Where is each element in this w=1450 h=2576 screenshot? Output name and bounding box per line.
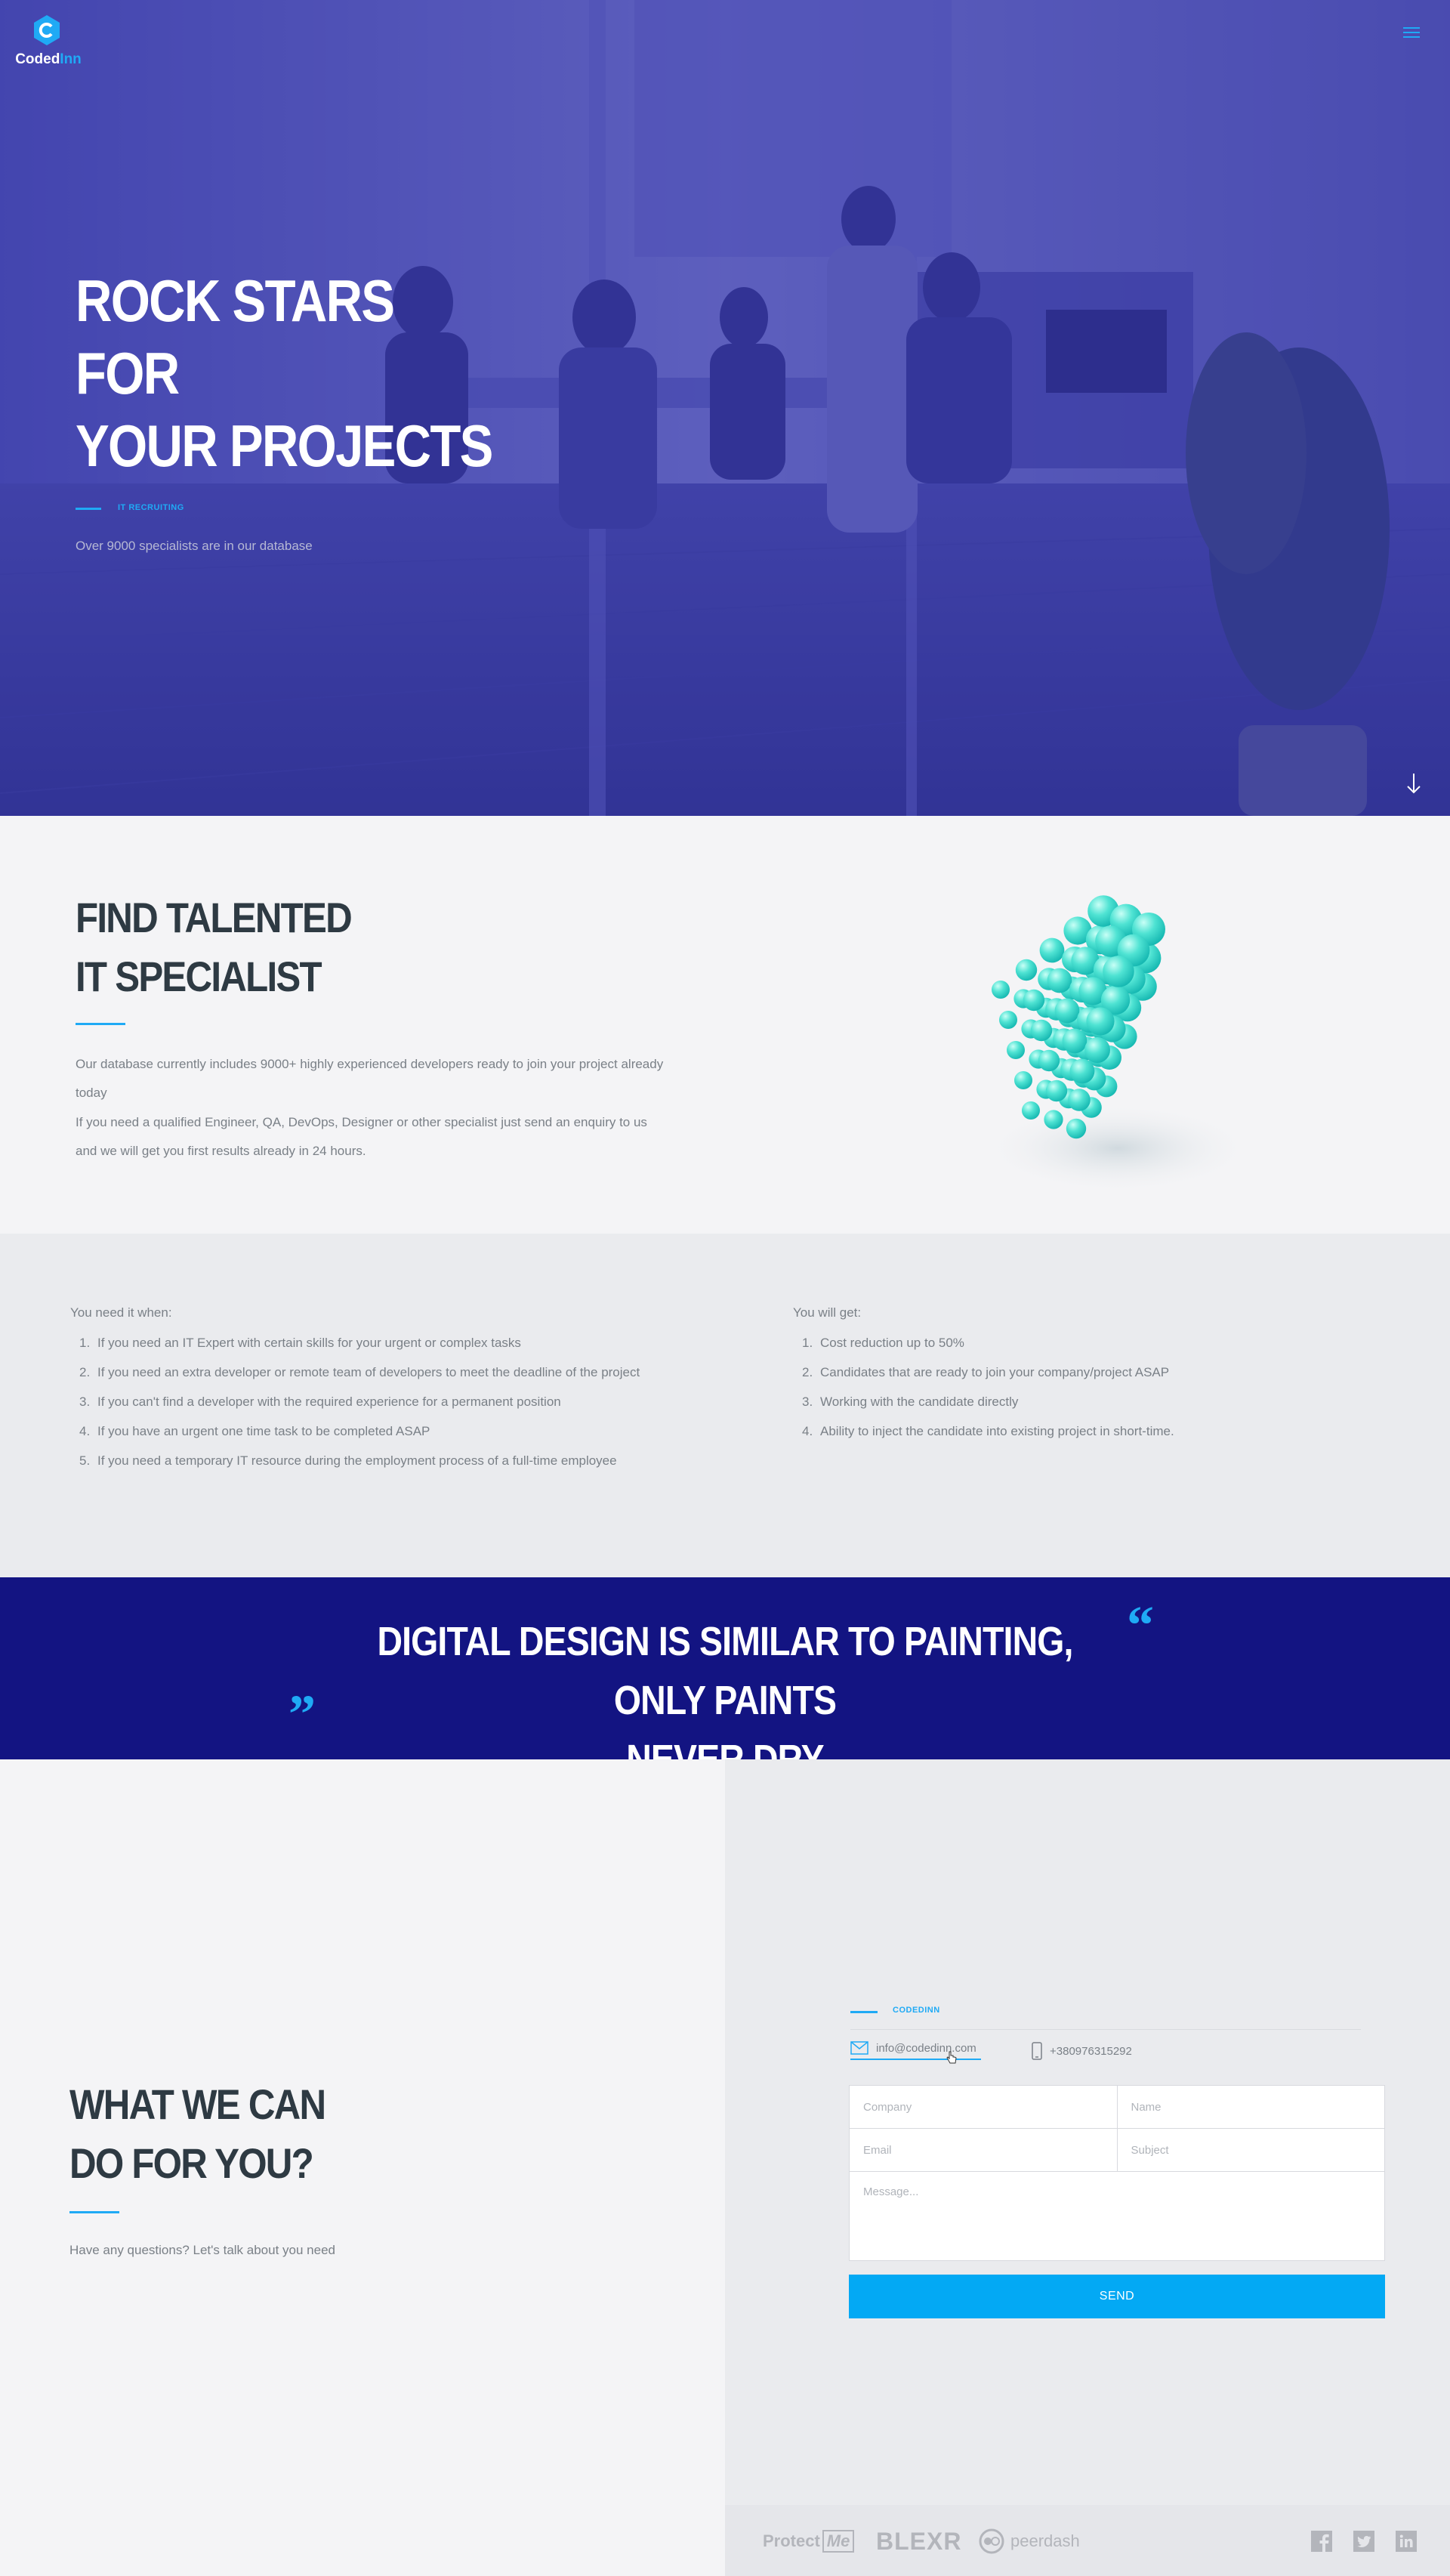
hero-accent-rule (76, 508, 101, 510)
partner-name: peerdash (1010, 2531, 1080, 2550)
needs-section: You need it when: 1. If you need an IT Ex… (0, 1234, 1450, 1577)
contact-intro-panel: WHAT WE CAN DO FOR YOU? Have any questio… (0, 1759, 725, 2576)
hero-section: CodedInn ROCK STARS FOR YOUR PROJECTS IT… (0, 0, 1450, 816)
brand-logo[interactable]: CodedInn (14, 14, 83, 67)
hamburger-menu-icon[interactable] (1403, 27, 1420, 39)
sphere-shape (1103, 956, 1134, 987)
facebook-icon[interactable] (1311, 2531, 1332, 2552)
name-field[interactable] (1116, 2086, 1384, 2128)
sphere-shape (1007, 1041, 1025, 1059)
sphere-shape (1086, 1007, 1115, 1036)
list-item: 5. If you need a temporary IT resource du… (79, 1453, 617, 1468)
list-item: 1. Cost reduction up to 50% (802, 1336, 964, 1350)
list-item: 4. Ability to inject the candidate into e… (802, 1424, 1174, 1438)
list-item: 2. Candidates that are ready to join your… (802, 1365, 1170, 1379)
contact-title: WHAT WE CAN DO FOR YOU? (69, 2080, 326, 2187)
form-row (850, 2129, 1384, 2172)
envelope-icon (850, 2041, 868, 2055)
peerdash-logo-icon (979, 2528, 1004, 2554)
quote-banner: DIGITAL DESIGN IS SIMILAR TO PAINTING, O… (0, 1577, 1450, 1782)
sphere-shape (1039, 937, 1065, 963)
sphere-shape (1022, 1101, 1040, 1120)
email-link[interactable]: info@codedinn.com (850, 2037, 981, 2060)
divider (850, 2029, 1361, 2030)
arrow-down-icon[interactable] (1405, 772, 1423, 795)
sphere-cube-illustration (982, 895, 1254, 1194)
benefits-list-column: You will get: 1. Cost reduction up to 50%… (793, 1305, 1382, 1446)
sphere-shape (1014, 1071, 1032, 1089)
brand-name: CodedInn (15, 51, 82, 67)
benefits-heading: You will get: (793, 1305, 862, 1320)
form-row (850, 2086, 1384, 2129)
partner-logo-protectme[interactable]: Protect Me (763, 2526, 855, 2556)
list-item: 3. Working with the candidate directly (802, 1395, 1019, 1409)
sphere-shape (1030, 1019, 1053, 1042)
partner-footer: Protect Me BLEXR peerdash (725, 2505, 1450, 2576)
hero-title: ROCK STARS FOR YOUR PROJECTS (76, 267, 493, 479)
contact-subtitle: Have any questions? Let's talk about you… (69, 2243, 335, 2257)
sphere-shape (1084, 1037, 1110, 1063)
phone-icon (1032, 2042, 1042, 2060)
hero-subtitle: Over 9000 specialists are in our databas… (76, 539, 313, 553)
phone-text: +380976315292 (1050, 2044, 1132, 2058)
talent-paragraph-2: If you need a qualified Engineer, QA, De… (76, 1115, 647, 1158)
send-button[interactable]: SEND (849, 2275, 1385, 2318)
talent-accent-rule (76, 1023, 125, 1025)
contact-form-panel: CODEDINN info@codedinn.com +380976315292… (725, 1759, 1450, 2576)
partner-logo-blexr[interactable]: BLEXR (876, 2526, 961, 2556)
email-text: info@codedinn.com (876, 2041, 976, 2055)
company-field[interactable] (850, 2086, 1117, 2128)
sphere-shape (1054, 998, 1080, 1024)
hero-tag: IT RECRUITING (118, 503, 184, 512)
quote-close-icon: ” (288, 1684, 316, 1744)
twitter-icon[interactable] (1353, 2531, 1374, 2552)
needs-heading: You need it when: (70, 1305, 172, 1320)
contact-accent-rule (69, 2211, 119, 2213)
needs-list-column: You need it when: 1. If you need an IT Ex… (70, 1305, 659, 1475)
sphere-shape (1015, 959, 1038, 981)
linkedin-icon[interactable] (1396, 2531, 1417, 2552)
sphere-shape (1044, 1110, 1063, 1129)
partner-name: Me (822, 2530, 855, 2553)
phone-link[interactable]: +380976315292 (1032, 2040, 1132, 2062)
sphere-shape (1062, 1028, 1088, 1054)
sphere-shape (1047, 968, 1072, 993)
talent-title: FIND TALENTED IT SPECIALIST (76, 894, 353, 1000)
sphere-shape (1068, 1089, 1091, 1111)
sphere-shape (992, 981, 1010, 999)
sphere-shape (1045, 1080, 1068, 1102)
contact-tag: CODEDINN (893, 2006, 940, 2015)
email-field[interactable] (850, 2129, 1117, 2171)
talent-section: FIND TALENTED IT SPECIALIST Our database… (0, 816, 1450, 1234)
message-field[interactable] (850, 2172, 1384, 2260)
list-item: 2. If you need an extra developer or remo… (79, 1365, 640, 1379)
contact-form (849, 2085, 1385, 2261)
partner-logo-peerdash[interactable]: peerdash (979, 2526, 1080, 2556)
subject-field[interactable] (1116, 2129, 1384, 2171)
sphere-shape (999, 1011, 1017, 1029)
partner-name: Protect (763, 2531, 820, 2550)
talent-paragraph-1: Our database currently includes 9000+ hi… (76, 1057, 664, 1100)
benefits-list: 1. Cost reduction up to 50% 2. Candidates … (793, 1328, 1382, 1446)
hexagon-logo-icon (34, 15, 60, 45)
contact-tag-rule (850, 2011, 878, 2013)
list-item: 4. If you have an urgent one time task to… (79, 1424, 430, 1438)
sphere-shape (1023, 989, 1045, 1012)
sphere-shape (1038, 1049, 1060, 1072)
needs-list: 1. If you need an IT Expert with certain … (70, 1328, 659, 1475)
list-item: 3. If you can't find a developer with the… (79, 1395, 561, 1409)
list-item: 1. If you need an IT Expert with certain … (79, 1336, 521, 1350)
hand-cursor-icon (946, 2051, 957, 2064)
sphere-shape (1069, 1058, 1095, 1084)
quote-open-icon: “ (1127, 1595, 1154, 1655)
sphere-shape (1066, 1118, 1087, 1139)
